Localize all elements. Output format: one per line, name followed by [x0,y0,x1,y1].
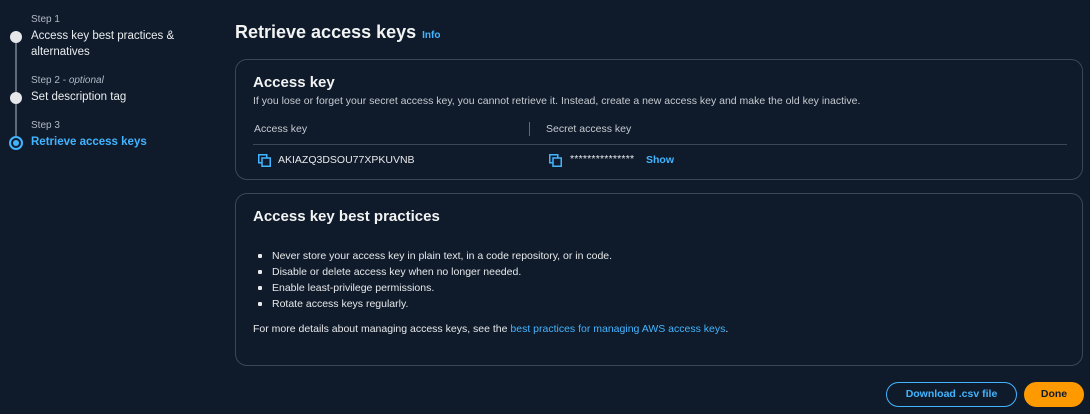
step-number: Step 3 [31,120,60,131]
access-key-value: AKIAZQ3DSOU77XPKUVNB [278,154,415,166]
best-practices-card: Access key best practices Never store yo… [235,193,1083,366]
secret-access-key-masked: *************** [570,153,635,165]
step-connector [15,104,17,136]
info-link[interactable]: Info [422,30,440,41]
column-divider [529,122,530,136]
step-indicator [10,31,22,43]
access-key-description: If you lose or forget your secret access… [253,95,861,107]
step-connector [15,42,17,94]
best-practices-link[interactable]: best practices for managing AWS access k… [510,323,725,335]
header-divider [253,144,1067,145]
more-details-prefix: For more details about managing access k… [253,323,511,335]
list-item: Disable or delete access key when no lon… [254,264,612,280]
page-title-text: Retrieve access keys [235,22,417,42]
more-details-text: For more details about managing access k… [253,323,728,335]
column-header-secret-access-key: Secret access key [546,123,632,135]
show-secret-link[interactable]: Show [646,154,674,166]
access-key-card: Access key If you lose or forget your se… [235,59,1083,180]
copy-icon[interactable] [258,154,271,167]
step-label[interactable]: Access key best practices & alternatives [31,28,201,60]
list-item: Never store your access key in plain tex… [254,248,612,264]
done-button[interactable]: Done [1024,382,1084,407]
list-item: Rotate access keys regularly. [254,296,612,312]
wizard-steps: Step 1 Access key best practices & alter… [0,0,215,414]
step-label[interactable]: Retrieve access keys [31,134,201,150]
copy-icon[interactable] [549,154,562,167]
step-number: Step 1 [31,14,60,25]
best-practices-list: Never store your access key in plain tex… [254,248,612,312]
step-number: Step 2 - optional [31,75,104,86]
page-title: Retrieve access keys Info [235,22,440,43]
download-csv-button[interactable]: Download .csv file [886,382,1017,407]
best-practices-card-title: Access key best practices [253,208,440,225]
step-indicator [10,92,22,104]
access-key-card-title: Access key [253,74,335,91]
step-label[interactable]: Set description tag [31,89,201,105]
list-item: Enable least-privilege permissions. [254,280,612,296]
column-header-access-key: Access key [254,123,308,135]
more-details-suffix: . [725,323,729,335]
step-indicator-current [9,136,23,150]
